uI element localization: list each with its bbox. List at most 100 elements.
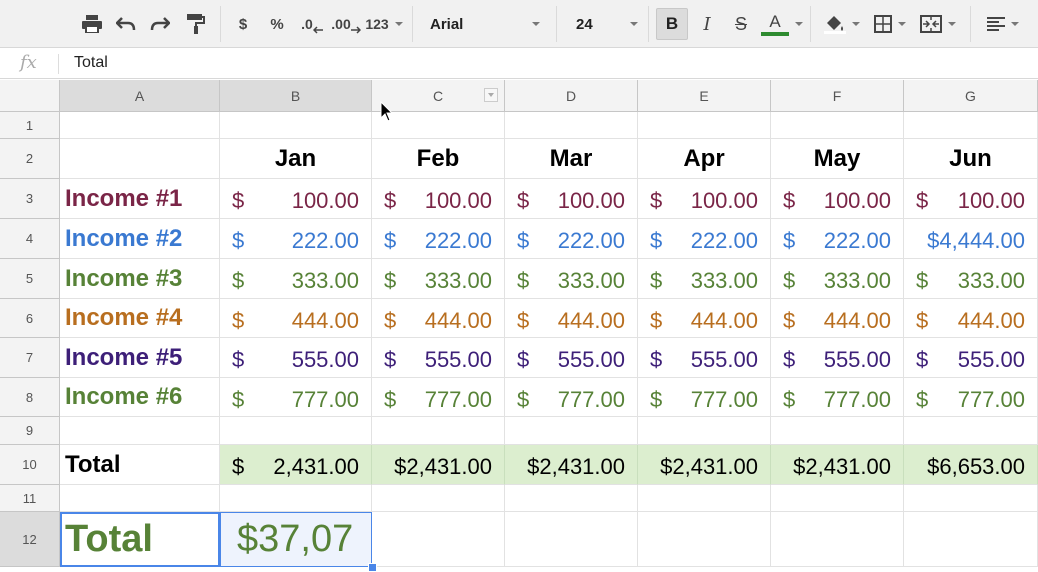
cell-g8[interactable]: $777.00	[904, 378, 1038, 417]
cell-c10[interactable]: $2,431.00	[372, 445, 505, 485]
row-header-8[interactable]: 8	[0, 378, 60, 417]
cell-a9[interactable]	[60, 417, 220, 445]
cell-e6[interactable]: $444.00	[638, 299, 771, 338]
print-icon[interactable]	[78, 8, 106, 40]
cell-e12[interactable]	[638, 512, 771, 567]
column-header-d[interactable]: D	[505, 80, 638, 112]
total-label[interactable]: Total	[60, 445, 220, 485]
month-header-may[interactable]: May	[771, 139, 904, 179]
cell-f11[interactable]	[771, 485, 904, 512]
month-header-apr[interactable]: Apr	[638, 139, 771, 179]
row-header-2[interactable]: 2	[0, 139, 60, 179]
borders-button[interactable]	[870, 8, 910, 40]
cell-f12[interactable]	[771, 512, 904, 567]
redo-icon[interactable]	[146, 8, 174, 40]
row-header-4[interactable]: 4	[0, 219, 60, 259]
number-format-dropdown[interactable]: 123	[364, 8, 404, 40]
cell-a2[interactable]	[60, 139, 220, 179]
cell-c8[interactable]: $777.00	[372, 378, 505, 417]
cell-d7[interactable]: $555.00	[505, 338, 638, 378]
cell-c3[interactable]: $100.00	[372, 179, 505, 219]
cell-g11[interactable]	[904, 485, 1038, 512]
cell-g6[interactable]: $444.00	[904, 299, 1038, 338]
filter-dropdown-icon[interactable]	[484, 88, 498, 102]
cell-g10[interactable]: $6,653.00	[904, 445, 1038, 485]
row-header-12[interactable]: 12	[0, 512, 60, 567]
cell-f10[interactable]: $2,431.00	[771, 445, 904, 485]
cell-b7[interactable]: $555.00	[220, 338, 372, 378]
cell-d11[interactable]	[505, 485, 638, 512]
fill-handle[interactable]	[368, 563, 377, 572]
cell-b11[interactable]	[220, 485, 372, 512]
cell-g4[interactable]: $4,444.00	[904, 219, 1038, 259]
cell-b6[interactable]: $444.00	[220, 299, 372, 338]
formula-input[interactable]: Total	[74, 54, 108, 72]
cell-c11[interactable]	[372, 485, 505, 512]
horizontal-align-button[interactable]	[982, 8, 1024, 40]
income-label[interactable]: Income #1	[60, 179, 220, 219]
column-header-e[interactable]: E	[638, 80, 771, 112]
cell-f7[interactable]: $555.00	[771, 338, 904, 378]
row-header-1[interactable]: 1	[0, 112, 60, 139]
cell-e5[interactable]: $333.00	[638, 259, 771, 299]
increase-decimal-button[interactable]: .00	[330, 8, 362, 40]
cell-c9[interactable]	[372, 417, 505, 445]
cell-g3[interactable]: $100.00	[904, 179, 1038, 219]
select-all-corner[interactable]	[0, 80, 60, 112]
cell-a11[interactable]	[60, 485, 220, 512]
cell-b9[interactable]	[220, 417, 372, 445]
column-header-g[interactable]: G	[904, 80, 1038, 112]
cell-e3[interactable]: $100.00	[638, 179, 771, 219]
cell-f5[interactable]: $333.00	[771, 259, 904, 299]
cell-f1[interactable]	[771, 112, 904, 139]
cell-e9[interactable]	[638, 417, 771, 445]
cell-f4[interactable]: $222.00	[771, 219, 904, 259]
income-label[interactable]: Income #6	[60, 378, 220, 417]
income-label[interactable]: Income #2	[60, 219, 220, 259]
cell-c7[interactable]: $555.00	[372, 338, 505, 378]
text-color-button[interactable]: A	[760, 8, 804, 40]
cell-e1[interactable]	[638, 112, 771, 139]
cell-b3[interactable]: $100.00	[220, 179, 372, 219]
row-header-10[interactable]: 10	[0, 445, 60, 485]
percent-format-button[interactable]: %	[264, 8, 290, 40]
cell-c6[interactable]: $444.00	[372, 299, 505, 338]
cell-e8[interactable]: $777.00	[638, 378, 771, 417]
income-label[interactable]: Income #4	[60, 299, 220, 338]
income-label[interactable]: Income #3	[60, 259, 220, 299]
cell-f8[interactable]: $777.00	[771, 378, 904, 417]
cell-f3[interactable]: $100.00	[771, 179, 904, 219]
cell-g12[interactable]	[904, 512, 1038, 567]
cell-e10[interactable]: $2,431.00	[638, 445, 771, 485]
undo-icon[interactable]	[112, 8, 140, 40]
month-header-feb[interactable]: Feb	[372, 139, 505, 179]
cell-f6[interactable]: $444.00	[771, 299, 904, 338]
grand-total-label[interactable]: Total	[60, 512, 220, 567]
font-family-dropdown[interactable]: Arial	[430, 8, 540, 40]
row-header-5[interactable]: 5	[0, 259, 60, 299]
cell-b4[interactable]: $222.00	[220, 219, 372, 259]
italic-button[interactable]: I	[694, 8, 720, 40]
cell-b10[interactable]: $2,431.00	[220, 445, 372, 485]
cell-e4[interactable]: $222.00	[638, 219, 771, 259]
cell-f9[interactable]	[771, 417, 904, 445]
decrease-decimal-button[interactable]: .0	[298, 8, 326, 40]
paint-format-icon[interactable]	[182, 8, 210, 40]
cell-c4[interactable]: $222.00	[372, 219, 505, 259]
row-header-7[interactable]: 7	[0, 338, 60, 378]
cell-b5[interactable]: $333.00	[220, 259, 372, 299]
row-header-9[interactable]: 9	[0, 417, 60, 445]
bold-button[interactable]: B	[656, 8, 688, 40]
grand-total-value[interactable]: $37,07	[220, 512, 372, 567]
cell-c5[interactable]: $333.00	[372, 259, 505, 299]
cell-d3[interactable]: $100.00	[505, 179, 638, 219]
cell-d12[interactable]	[505, 512, 638, 567]
cell-d10[interactable]: $2,431.00	[505, 445, 638, 485]
row-header-6[interactable]: 6	[0, 299, 60, 338]
cell-b1[interactable]	[220, 112, 372, 139]
column-header-b[interactable]: B	[220, 80, 372, 112]
font-size-dropdown[interactable]: 24	[576, 8, 638, 40]
cell-g9[interactable]	[904, 417, 1038, 445]
currency-format-button[interactable]: $	[230, 8, 256, 40]
cell-d1[interactable]	[505, 112, 638, 139]
